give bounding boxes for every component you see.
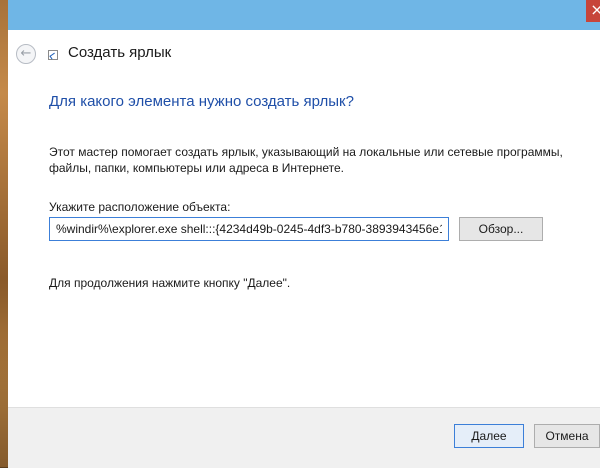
location-input[interactable] [49,217,449,241]
close-button[interactable]: × [586,0,600,22]
page-description: Этот мастер помогает создать ярлык, указ… [49,145,563,175]
create-shortcut-window: × ← Создать ярлык Для какого элемента ну… [8,0,600,468]
close-icon: × [590,0,600,19]
back-button[interactable]: ← [16,44,36,64]
wizard-footer: Далее Отмена [8,407,600,468]
title-bar[interactable]: × [8,0,600,30]
continue-hint: Для продолжения нажмите кнопку "Далее". [49,276,291,290]
location-label: Укажите расположение объекта: [49,200,231,214]
wizard-title: Создать ярлык [68,44,172,61]
cancel-button[interactable]: Отмена [534,424,600,448]
wizard-content: ← Создать ярлык Для какого элемента нужн… [8,30,600,468]
page-heading: Для какого элемента нужно создать ярлык? [49,93,354,110]
shortcut-icon [48,50,58,60]
back-arrow-icon: ← [20,46,32,61]
next-button[interactable]: Далее [454,424,524,448]
wizard-header: ← Создать ярлык [8,30,600,75]
browse-button[interactable]: Обзор... [459,217,543,241]
